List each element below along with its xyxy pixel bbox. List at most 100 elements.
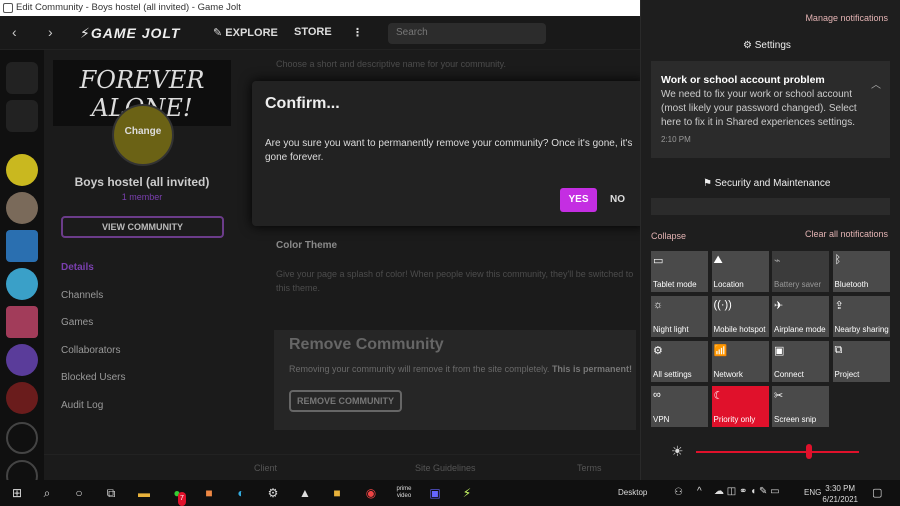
footer-guidelines-link[interactable]: Site Guidelines <box>415 463 476 473</box>
teams-icon[interactable]: ▣ <box>428 486 442 500</box>
chevron-up-icon[interactable]: ︿ <box>871 76 881 91</box>
quick-action-nearby-sharing[interactable]: ⇪ Nearby sharing <box>832 296 890 337</box>
chevron-up-icon[interactable]: ^ <box>697 486 702 497</box>
action-center: Manage notifications ⚙ Settings Work or … <box>640 0 900 480</box>
notification-title: Work or school account problem <box>661 74 825 86</box>
quick-action-location[interactable]: ⛰ Location <box>711 251 769 292</box>
gamejolt-taskbar-icon[interactable]: ⚡ <box>460 486 474 500</box>
search-input[interactable]: Search <box>388 23 546 44</box>
task-view-icon[interactable]: ⧉ <box>104 486 118 500</box>
name-hint: Choose a short and descriptive name for … <box>276 59 506 69</box>
community-avatar[interactable] <box>6 154 38 186</box>
chrome-icon[interactable]: ◉ <box>364 486 378 500</box>
store-link[interactable]: STORE <box>294 26 332 38</box>
quick-action-all-settings[interactable]: ⚙ All settings <box>651 341 708 382</box>
remove-title: Remove Community <box>289 336 444 353</box>
project-icon: ⧉ <box>834 344 843 356</box>
clock[interactable]: 3:30 PM 6/21/2021 <box>822 483 858 505</box>
tablet-icon: ▭ <box>653 255 664 267</box>
library-icon[interactable] <box>6 100 38 132</box>
back-button[interactable]: ‹ <box>12 24 17 40</box>
app-icon[interactable]: ■ <box>330 486 344 500</box>
footer-client-link[interactable]: Client <box>254 463 277 473</box>
menu-item-details[interactable]: Details <box>61 262 125 290</box>
quick-action-label: All settings <box>653 370 692 379</box>
activity-icon[interactable] <box>6 62 38 94</box>
quick-action-label: Priority only <box>713 415 756 424</box>
quick-action-label: VPN <box>653 415 670 424</box>
quick-action-airplane-mode[interactable]: ✈ Airplane mode <box>772 296 829 337</box>
brightness-slider-thumb[interactable] <box>806 444 812 459</box>
community-avatar[interactable] <box>6 268 38 300</box>
quick-action-night-light[interactable]: ☼ Night light <box>651 296 708 337</box>
clear-all-link[interactable]: Clear all notifications <box>805 229 888 239</box>
community-avatar[interactable]: Change <box>112 104 174 166</box>
flag-icon: ⚑ <box>703 178 715 189</box>
tray-icons[interactable]: ☁ ◫ ⚭ ◖ ✎ ▭ <box>714 486 780 497</box>
community-avatar[interactable] <box>6 230 38 262</box>
file-explorer-icon[interactable]: ▬ <box>137 486 151 500</box>
taskbar: ⊞ ⌕ ○ ⧉ ▬ ● 7 ■ ◐ ⚙ ▲ ■ ◉ prime video ▣ ⚡… <box>0 480 900 506</box>
quick-action-label: Mobile hotspot <box>713 325 766 334</box>
cortana-icon[interactable]: ○ <box>72 486 86 500</box>
no-button[interactable]: NO <box>610 194 625 205</box>
language-indicator[interactable]: ENG <box>804 488 821 497</box>
gamejolt-logo[interactable]: ⚡GAME JOLT <box>80 25 180 42</box>
collapse-link[interactable]: Collapse <box>651 231 686 241</box>
more-menu-button[interactable]: ⋮ <box>352 26 363 39</box>
manage-notifications-link[interactable]: Manage notifications <box>805 13 888 23</box>
community-rail <box>0 50 44 492</box>
forward-button[interactable]: › <box>48 24 53 40</box>
bluetooth-icon: ᛒ <box>834 254 842 266</box>
brightness-slider[interactable] <box>696 451 859 453</box>
quick-action-label: Bluetooth <box>834 280 869 289</box>
search-communities-icon[interactable] <box>6 422 38 454</box>
quick-action-vpn[interactable]: ∞ VPN <box>651 386 708 427</box>
settings-icon[interactable]: ⚙ <box>266 486 280 500</box>
airplane-icon: ✈ <box>774 300 784 312</box>
member-count[interactable]: 1 member <box>53 192 231 202</box>
community-avatar[interactable] <box>6 344 38 376</box>
quick-action-connect[interactable]: ▣ Connect <box>772 341 829 382</box>
community-avatar[interactable] <box>6 306 38 338</box>
whatsapp-icon[interactable]: ● 7 <box>170 486 186 506</box>
quick-action-screen-snip[interactable]: ✂ Screen snip <box>772 386 829 427</box>
remove-desc: Removing your community will remove it f… <box>289 364 632 374</box>
notification-center-icon[interactable]: ▢ <box>872 486 882 499</box>
quick-action-tablet-mode[interactable]: ▭ Tablet mode <box>651 251 708 292</box>
quick-action-priority-only[interactable]: ☾ Priority only <box>711 386 769 427</box>
settings-group-header: ⚙ Settings <box>743 40 791 51</box>
quick-action-network[interactable]: 📶 Network <box>711 341 769 382</box>
view-community-button[interactable]: VIEW COMMUNITY <box>61 216 224 238</box>
explore-link[interactable]: ✎ EXPLORE <box>213 26 278 39</box>
security-notification[interactable] <box>651 198 890 215</box>
footer-terms-link[interactable]: Terms <box>577 463 602 473</box>
people-icon[interactable]: ⚇ <box>674 487 683 498</box>
notification-body: We need to fix your work or school accou… <box>661 89 857 128</box>
windows-start-icon[interactable]: ⊞ <box>10 486 24 500</box>
prime-video-icon[interactable]: prime video <box>396 486 412 500</box>
community-name: Boys hostel (all invited) <box>74 175 210 189</box>
menu-item-collaborators[interactable]: Collaborators <box>61 345 125 373</box>
search-icon[interactable]: ⌕ <box>40 486 54 500</box>
menu-item-audit-log[interactable]: Audit Log <box>61 400 125 428</box>
community-avatar[interactable] <box>6 192 38 224</box>
notification-card[interactable]: Work or school account problem We need t… <box>651 61 890 158</box>
settings-menu: Details Channels Games Collaborators Blo… <box>61 262 125 428</box>
photos-icon[interactable]: ▲ <box>298 486 312 500</box>
location-icon: ⛰ <box>713 254 723 266</box>
office-icon[interactable]: ■ <box>202 486 216 500</box>
desktop-toolbar[interactable]: Desktop <box>618 488 647 497</box>
dialog-message: Are you sure you want to permanently rem… <box>265 138 633 163</box>
quick-action-bluetooth[interactable]: ᛒ Bluetooth <box>832 251 890 292</box>
remove-community-button[interactable]: REMOVE COMMUNITY <box>289 390 402 412</box>
quick-action-mobile-hotspot[interactable]: ((·)) Mobile hotspot <box>711 296 769 337</box>
menu-item-blocked-users[interactable]: Blocked Users <box>61 372 125 400</box>
community-avatar[interactable] <box>6 382 38 414</box>
edge-icon[interactable]: ◐ <box>234 486 248 500</box>
menu-item-channels[interactable]: Channels <box>61 290 125 318</box>
menu-item-games[interactable]: Games <box>61 317 125 345</box>
quick-action-project[interactable]: ⧉ Project <box>832 341 890 382</box>
quick-action-battery-saver[interactable]: ⌁ Battery saver <box>772 251 829 292</box>
yes-button[interactable]: YES <box>560 188 597 212</box>
